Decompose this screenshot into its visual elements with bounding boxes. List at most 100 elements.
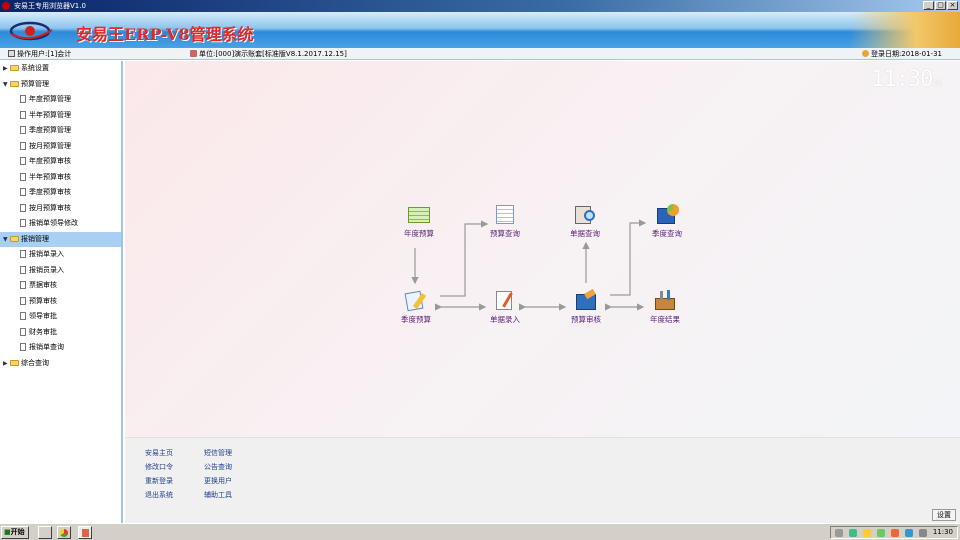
update-icon[interactable] [877, 529, 885, 537]
tree-item-label: 年度预算管理 [29, 95, 71, 103]
tree-group-label: 综合查询 [21, 358, 49, 367]
flow-budget-review[interactable]: 预算审核 [556, 288, 616, 325]
tree-item[interactable]: 按月预算审核 [0, 201, 121, 217]
link-tools[interactable]: 辅助工具 [204, 490, 232, 500]
tree-item-label: 报销单查询 [29, 343, 64, 351]
tree-group-label: 预算管理 [21, 79, 49, 88]
tree-item[interactable]: 领导审批 [0, 309, 121, 325]
flow-annual-settle[interactable]: 年度结果 [635, 289, 695, 325]
folder-icon [10, 359, 19, 366]
tree-item[interactable]: 半年预算管理 [0, 108, 121, 124]
taskbar-app-erp[interactable] [78, 526, 92, 539]
link-switch-user[interactable]: 更换用户 [204, 476, 232, 486]
tree-item-label: 预算审核 [29, 296, 57, 305]
magnifier-icon [572, 203, 598, 225]
link-exit[interactable]: 退出系统 [145, 490, 173, 500]
document-icon [20, 327, 26, 336]
network-icon[interactable] [835, 529, 843, 537]
taskbar-app-chrome[interactable] [57, 526, 71, 539]
flow-annual-budget[interactable]: 年度预算 [389, 203, 449, 239]
collapse-arrow-icon[interactable]: ▶ [3, 61, 10, 76]
flow-quarter-query[interactable]: 季度查询 [637, 203, 697, 239]
collapse-arrow-icon[interactable]: ▶ [3, 356, 10, 371]
tree-item[interactable]: 按月预算管理 [0, 139, 121, 155]
flow-annual-budget-label: 年度预算 [404, 229, 434, 238]
flow-doc-entry[interactable]: 单据录入 [475, 289, 535, 325]
user-tray-icon[interactable] [891, 529, 899, 537]
link-relogin[interactable]: 重新登录 [145, 476, 173, 486]
login-date-info: 登录日期:2018-01-31 [861, 48, 942, 60]
tree-item[interactable]: 报销单领导修改 [0, 216, 121, 232]
tree-group[interactable]: ▼ 预算管理 [0, 77, 121, 93]
tree-group[interactable]: ▶ 系统设置 [0, 61, 121, 77]
flow-doc-query[interactable]: 单据查询 [555, 203, 615, 239]
spreadsheet-icon [406, 203, 432, 225]
tree-group[interactable]: ▼ 报销管理 [0, 231, 121, 247]
maximize-button[interactable]: ▢ [935, 1, 946, 10]
document-icon [20, 250, 26, 258]
erp-browser-window: 安易王专用浏览器V1.0 _ ▢ × 安易王ERP-V8管理系统 操作用户:[1… [0, 0, 960, 540]
document-icon [20, 203, 26, 212]
security-icon[interactable] [905, 529, 913, 537]
volume-icon[interactable] [919, 529, 927, 537]
tree-item[interactable]: 年度预算管理 [0, 92, 121, 108]
tree-item[interactable]: 季度预算管理 [0, 123, 121, 139]
flow-doc-query-label: 单据查询 [570, 229, 600, 238]
expand-arrow-icon[interactable]: ▼ [3, 77, 10, 92]
tree-item-label: 季度预算审核 [29, 188, 71, 196]
tree-item-label: 按月预算管理 [29, 141, 71, 150]
tree-item[interactable]: 报销单查询 [0, 340, 121, 356]
erp-app-icon [81, 529, 89, 537]
tree-item[interactable]: 财务审批 [0, 325, 121, 341]
folder-icon [10, 80, 19, 87]
tree-group[interactable]: ▶ 综合查询 [0, 356, 121, 372]
login-date-text: 登录日期:2018-01-31 [870, 50, 942, 58]
flow-budget-query[interactable]: 预算查询 [475, 203, 535, 239]
tray-app-icon[interactable] [849, 529, 857, 537]
flow-connectors [411, 219, 647, 311]
taskbar-app-explorer[interactable] [38, 526, 52, 539]
document-icon [20, 281, 26, 289]
app-icon [2, 2, 10, 10]
tree-item-label: 财务审批 [29, 327, 57, 336]
unit-info: 单位:[000]演示账套[标准版V8.1.2017.12.15] [190, 48, 347, 60]
tree-item[interactable]: 预算审核 [0, 294, 121, 310]
bulb-icon[interactable] [863, 529, 871, 537]
footer-links: 安易主页 短信管理 修改口令 公告查询 重新登录 更换用户 退出系统 辅助工具 … [125, 437, 960, 523]
tree-item-label: 季度预算管理 [29, 126, 71, 134]
flow-quarter-budget[interactable]: 季度预算 [386, 289, 446, 325]
tree-item[interactable]: 年度预算审核 [0, 154, 121, 170]
document-icon [20, 312, 26, 320]
tree-item[interactable]: 票据审核 [0, 278, 121, 294]
link-change-password[interactable]: 修改口令 [145, 462, 173, 472]
navigation-tree: ▶ 系统设置 ▼ 预算管理 年度预算管理 半年预算管理 季度预算管理 按月预算管理 年度预算审核… [0, 61, 123, 523]
tree-item[interactable]: 报销单录入 [0, 247, 121, 263]
link-home[interactable]: 安易主页 [145, 448, 173, 458]
tree-item-label: 报销单录入 [29, 250, 64, 258]
pencil-doc-icon [403, 289, 429, 312]
document-icon [20, 126, 26, 134]
tree-item[interactable]: 报销员录入 [0, 263, 121, 279]
flow-quarter-query-label: 季度查询 [652, 229, 682, 238]
flow-annual-settle-label: 年度结果 [650, 315, 680, 324]
toolbox-icon [652, 289, 678, 311]
link-sms[interactable]: 短信管理 [204, 448, 232, 458]
document-icon [20, 296, 26, 305]
tray-clock[interactable]: 11:30 [933, 527, 953, 538]
folder-icon [10, 65, 19, 71]
home-icon [190, 50, 197, 57]
minimize-button[interactable]: _ [923, 1, 934, 10]
header-banner: 安易王ERP-V8管理系统 [0, 12, 960, 48]
settings-button[interactable]: 设置 [932, 509, 956, 521]
expand-arrow-icon[interactable]: ▼ [3, 232, 10, 247]
link-announcements[interactable]: 公告查询 [204, 462, 232, 472]
tree-item-label: 半年预算管理 [29, 110, 71, 119]
company-logo [9, 21, 53, 41]
taskbar: ■开始 11:30 [0, 523, 960, 540]
tree-item[interactable]: 半年预算审核 [0, 170, 121, 186]
flow-budget-review-label: 预算审核 [571, 315, 601, 324]
close-button[interactable]: × [947, 1, 958, 10]
start-button[interactable]: ■开始 [1, 526, 29, 539]
tree-item[interactable]: 季度预算审核 [0, 185, 121, 201]
document-icon [20, 172, 26, 181]
